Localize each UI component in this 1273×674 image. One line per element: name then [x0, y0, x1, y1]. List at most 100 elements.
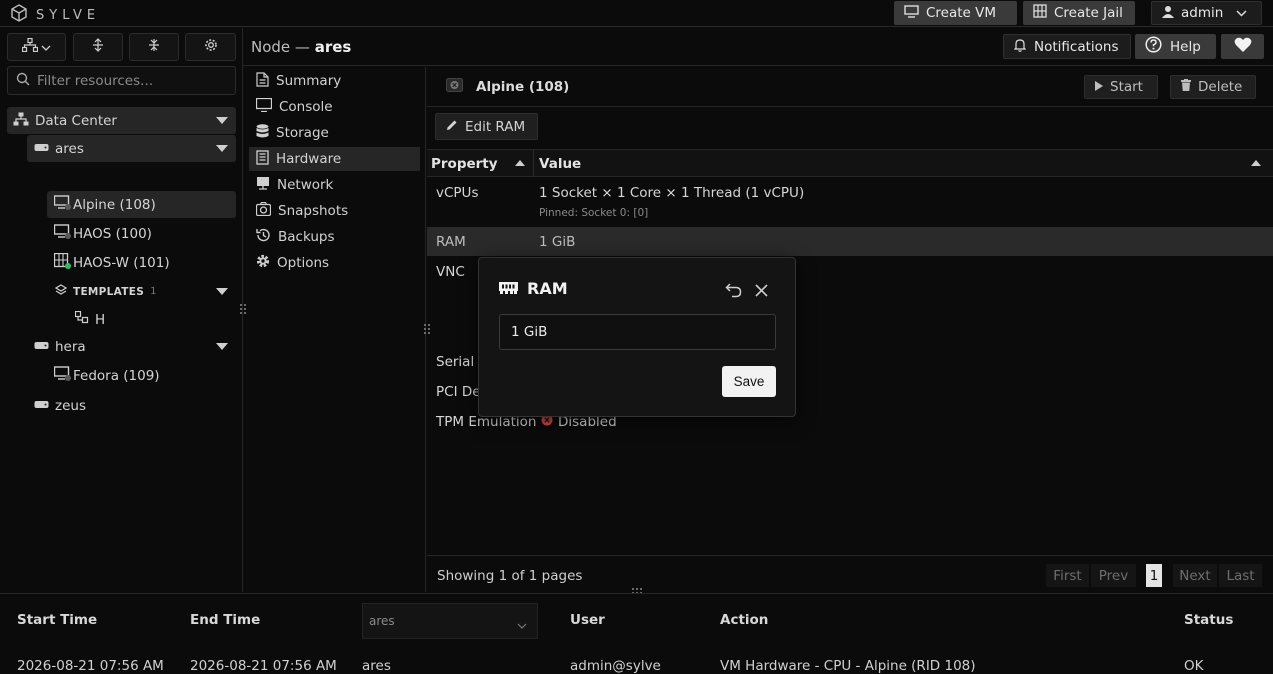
tree-view-toggle-button[interactable] — [7, 33, 66, 61]
chevron-down-icon — [1236, 5, 1247, 21]
filter-resources-input[interactable] — [37, 72, 227, 89]
chevron-down-icon[interactable] — [216, 288, 228, 295]
log-header-end-time[interactable]: End Time — [190, 612, 260, 628]
layers-icon — [54, 284, 68, 299]
notifications-button[interactable]: Notifications — [1003, 34, 1131, 59]
column-header-property[interactable]: Property — [431, 156, 498, 172]
trash-icon — [1181, 79, 1191, 95]
page-title: Node — ares — [251, 38, 352, 56]
filter-resources-field[interactable] — [7, 66, 236, 95]
expand-icon — [92, 38, 104, 56]
sort-asc-icon[interactable] — [1251, 160, 1261, 166]
menu-item-storage[interactable]: Storage — [249, 121, 420, 145]
server-icon — [34, 141, 49, 157]
gear-icon — [204, 38, 218, 56]
datacenter-icon — [13, 112, 29, 130]
close-icon[interactable] — [755, 284, 768, 301]
vm-title: Alpine (108) — [446, 78, 569, 96]
tree-item-zeus[interactable]: zeus — [27, 392, 236, 419]
pencil-icon — [446, 119, 458, 135]
chevron-down-icon[interactable] — [216, 343, 228, 350]
create-vm-button[interactable]: Create VM — [894, 1, 1017, 25]
log-node-filter-select[interactable]: ares — [362, 603, 538, 639]
pager-last-button[interactable]: Last — [1219, 564, 1262, 587]
sort-asc-icon[interactable] — [515, 160, 525, 166]
table-row[interactable]: vCPUs 1 Socket × 1 Core × 1 Thread (1 vC… — [427, 178, 1273, 226]
tree-item-fedora-109[interactable]: Fedora (109) — [47, 362, 236, 389]
delete-button[interactable]: Delete — [1170, 75, 1256, 99]
menu-item-options[interactable]: Options — [249, 251, 420, 275]
user-menu-button[interactable]: admin — [1151, 1, 1262, 25]
edit-ram-dialog: RAM Save — [478, 257, 796, 417]
save-button[interactable]: Save — [722, 366, 776, 397]
vm-monitor-icon — [53, 224, 71, 243]
create-jail-button[interactable]: Create Jail — [1023, 1, 1135, 25]
tree-item-template-h[interactable]: H — [67, 306, 236, 333]
expand-all-button[interactable] — [73, 33, 123, 61]
help-circle-icon — [1145, 36, 1162, 57]
menu-item-backups[interactable]: Backups — [249, 225, 420, 249]
resource-tree-pane: Data Center ares Alpine (108) HAOS (100)… — [0, 28, 243, 592]
cube-logo-icon — [10, 4, 28, 26]
tree-item-hera[interactable]: hera — [27, 333, 236, 360]
start-button[interactable]: Start — [1084, 75, 1158, 99]
menu-item-console[interactable]: Console — [249, 95, 420, 119]
console-icon — [255, 97, 273, 116]
column-header-value[interactable]: Value — [539, 156, 581, 172]
reset-undo-icon[interactable] — [725, 282, 742, 302]
jail-icon — [1033, 4, 1047, 22]
pager-next-button[interactable]: Next — [1173, 564, 1217, 587]
app-logo[interactable]: SYLVE — [10, 4, 100, 26]
donate-button[interactable] — [1221, 34, 1264, 59]
chevron-down-icon — [41, 40, 51, 55]
tree-item-data-center[interactable]: Data Center — [7, 107, 236, 134]
tree-item-templates[interactable]: TEMPLATES 1 — [47, 278, 236, 305]
heart-icon — [1234, 37, 1252, 57]
tree-item-alpine-108[interactable]: Alpine (108) — [47, 191, 236, 218]
menu-item-hardware[interactable]: Hardware — [249, 147, 420, 171]
gear-icon — [256, 254, 270, 272]
edit-ram-button[interactable]: Edit RAM — [435, 113, 538, 140]
log-header-action[interactable]: Action — [720, 612, 768, 628]
menu-item-network[interactable]: Network — [249, 173, 420, 197]
pager-page-1-button[interactable]: 1 — [1146, 564, 1162, 587]
menu-item-snapshots[interactable]: Snapshots — [249, 199, 420, 223]
chevron-down-icon — [517, 618, 527, 632]
ram-size-input[interactable] — [499, 314, 776, 350]
chevron-down-icon[interactable] — [216, 117, 228, 124]
tree-item-haos-100[interactable]: HAOS (100) — [47, 220, 236, 247]
top-bar: SYLVE Create VM Create Jail admin — [0, 0, 1273, 27]
monitor-icon — [904, 4, 919, 22]
collapse-all-button[interactable] — [129, 33, 179, 61]
user-icon — [1162, 5, 1174, 22]
chevron-down-icon[interactable] — [216, 145, 228, 152]
table-header: Property Value — [427, 149, 1273, 177]
node-header: Node — ares Notifications Help — [243, 28, 1273, 66]
ram-chip-icon — [499, 279, 518, 298]
hardware-icon — [256, 149, 269, 169]
hierarchy-icon — [21, 37, 39, 56]
log-header-status[interactable]: Status — [1184, 612, 1233, 628]
vm-monitor-icon — [53, 366, 71, 385]
vm-container-icon — [53, 252, 71, 273]
tree-item-ares[interactable]: ares — [27, 135, 236, 162]
pager-first-button[interactable]: First — [1046, 564, 1089, 587]
table-pager: Showing 1 of 1 pages First Prev 1 Next L… — [427, 555, 1273, 592]
snapshot-icon — [255, 201, 272, 220]
backup-icon — [256, 228, 271, 246]
summary-icon — [256, 71, 269, 91]
vm-stopped-icon — [446, 78, 463, 96]
vm-header: Alpine (108) Start Delete — [427, 67, 1273, 107]
tree-settings-button[interactable] — [185, 33, 236, 61]
tree-item-haos-w-101[interactable]: HAOS-W (101) — [47, 249, 236, 276]
dialog-title: RAM — [499, 279, 568, 298]
network-icon — [256, 176, 270, 194]
table-row-selected[interactable]: RAM 1 GiB — [427, 227, 1273, 256]
menu-item-summary[interactable]: Summary — [249, 69, 420, 93]
help-button[interactable]: Help — [1135, 34, 1216, 59]
play-icon — [1095, 79, 1103, 95]
storage-icon — [256, 123, 269, 143]
pager-prev-button[interactable]: Prev — [1091, 564, 1136, 587]
log-header-user[interactable]: User — [570, 612, 605, 628]
log-header-start-time[interactable]: Start Time — [17, 612, 97, 628]
